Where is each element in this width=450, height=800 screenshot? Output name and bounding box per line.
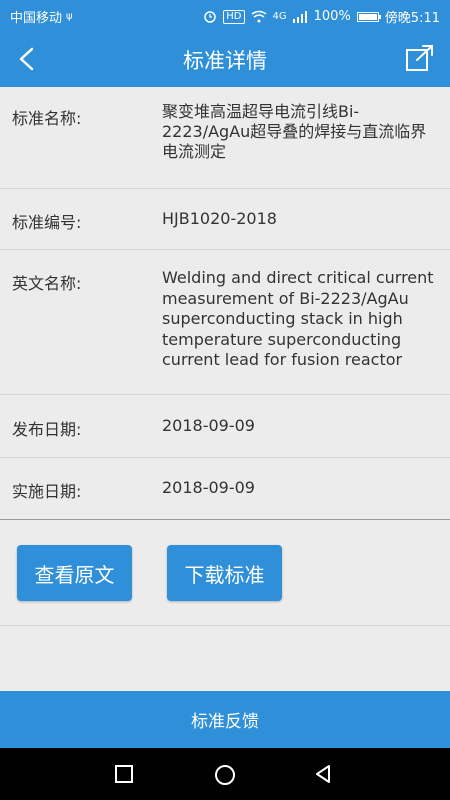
detail-label: 英文名称: (12, 274, 82, 293)
usb-icon: ψ (66, 10, 73, 22)
action-buttons: 查看原文 下载标准 (0, 520, 450, 626)
detail-row-number: 标准编号: HJB1020-2018 (0, 189, 450, 250)
detail-label: 标准编号: (12, 213, 82, 232)
battery-icon (356, 11, 381, 22)
signal-icon (292, 10, 307, 23)
alarm-icon (204, 10, 217, 23)
detail-row-english-name: 英文名称: Welding and direct critical curren… (0, 250, 450, 395)
share-icon[interactable] (404, 42, 436, 74)
battery-percent: 100% (313, 9, 351, 24)
status-left: 中国移动 ψ (10, 7, 73, 27)
detail-value: HJB1020-2018 (162, 209, 277, 228)
detail-value: 2018-09-09 (162, 478, 255, 497)
detail-value: 聚变堆高温超导电流引线Bi-2223/AgAu超导叠的焊接与直流临界电流测定 (162, 102, 427, 161)
detail-row-publish-date: 发布日期: 2018-09-09 (0, 395, 450, 458)
page-title: 标准详情 (183, 49, 267, 73)
detail-value: 2018-09-09 (162, 416, 255, 435)
network-type-label: 4G (272, 10, 287, 22)
recent-apps-icon[interactable] (113, 763, 135, 785)
detail-list: 标准名称: 聚变堆高温超导电流引线Bi-2223/AgAu超导叠的焊接与直流临界… (0, 87, 450, 520)
home-icon[interactable] (213, 763, 237, 787)
detail-label: 实施日期: (12, 482, 82, 501)
detail-label: 标准名称: (12, 109, 82, 128)
view-original-button[interactable]: 查看原文 (17, 545, 132, 601)
feedback-button[interactable]: 标准反馈 (0, 691, 450, 748)
carrier-label: 中国移动 (10, 11, 63, 26)
system-nav-bar (0, 748, 450, 800)
detail-row-name: 标准名称: 聚变堆高温超导电流引线Bi-2223/AgAu超导叠的焊接与直流临界… (0, 87, 450, 189)
download-standard-button[interactable]: 下载标准 (167, 545, 282, 601)
app-bar: 标准详情 (0, 30, 450, 87)
wifi-icon (251, 10, 266, 23)
detail-label: 发布日期: (12, 420, 82, 439)
detail-value: Welding and direct critical current meas… (162, 268, 434, 370)
detail-row-effective-date: 实施日期: 2018-09-09 (0, 458, 450, 520)
status-right: HD 4G 100% 傍晚5:11 (203, 7, 440, 26)
system-back-icon[interactable] (312, 763, 334, 785)
hd-icon: HD (223, 9, 245, 24)
clock-time: 傍晚5:11 (384, 11, 440, 26)
status-bar: 中国移动 ψ HD 4G 100% 傍晚5:11 (0, 0, 450, 30)
